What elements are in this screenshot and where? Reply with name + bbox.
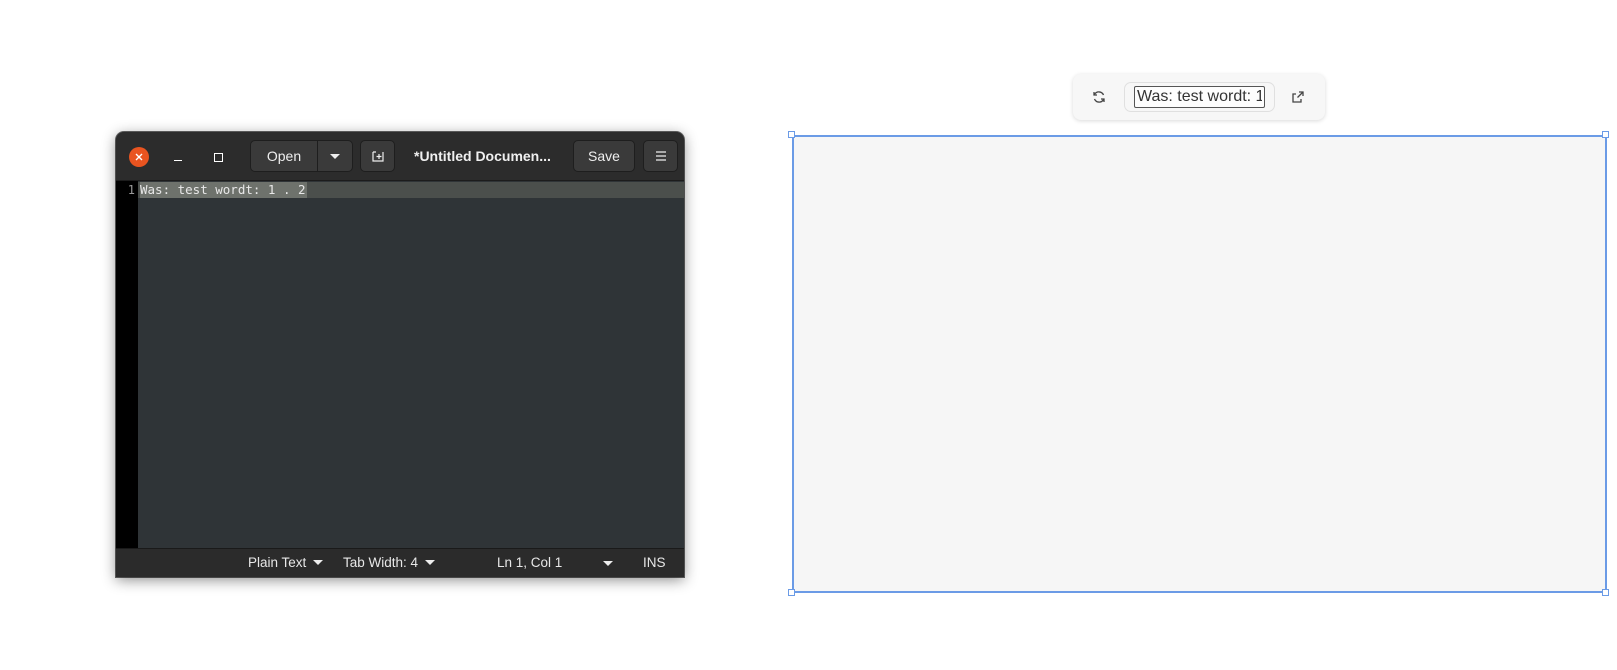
maximize-window-button[interactable]	[208, 147, 228, 167]
save-button[interactable]: Save	[573, 140, 635, 172]
status-bar: Plain Text Tab Width: 4 Ln 1, Col 1 INS	[116, 548, 684, 577]
text-editing-area[interactable]: 1 Was: test wordt: 1 . 2	[116, 181, 684, 549]
main-menu-button[interactable]	[643, 140, 678, 172]
chevron-down-icon	[313, 560, 324, 565]
chevron-down-icon	[330, 153, 340, 159]
line-number-gutter: 1	[116, 181, 138, 549]
new-tab-button[interactable]	[360, 140, 395, 172]
close-icon	[135, 153, 143, 161]
tab-width-label: Tab Width: 4	[343, 555, 419, 570]
language-label: Plain Text	[248, 555, 307, 570]
insert-mode-label: INS	[643, 555, 666, 570]
resize-handle-top-right[interactable]	[1602, 131, 1609, 138]
minimize-window-button[interactable]	[168, 147, 188, 167]
selected-frame[interactable]	[792, 135, 1607, 593]
close-window-button[interactable]	[129, 147, 149, 167]
open-recent-dropdown-button[interactable]	[317, 140, 353, 172]
hamburger-menu-icon	[655, 151, 666, 161]
chevron-down-icon[interactable]	[603, 561, 613, 566]
selected-text-line[interactable]: Was: test wordt: 1 . 2	[140, 182, 307, 198]
resize-handle-bottom-right[interactable]	[1602, 589, 1609, 596]
text-editor-window: Open *Untitled Documen... Save 1 Was: te…	[116, 132, 684, 577]
title-input[interactable]	[1134, 86, 1265, 108]
open-button[interactable]: Open	[250, 140, 318, 172]
line-number: 1	[127, 183, 135, 197]
resize-handle-top-left[interactable]	[788, 131, 795, 138]
minimize-icon	[174, 159, 182, 161]
frame-toolbar	[1073, 74, 1325, 120]
editor-header-bar: Open *Untitled Documen... Save	[116, 132, 684, 181]
refresh-icon[interactable]	[1091, 89, 1107, 105]
title-input-container	[1124, 82, 1275, 112]
language-selector[interactable]: Plain Text	[248, 555, 324, 570]
chevron-down-icon	[425, 560, 436, 565]
resize-handle-bottom-left[interactable]	[788, 589, 795, 596]
cursor-position-label: Ln 1, Col 1	[497, 555, 563, 570]
external-link-icon[interactable]	[1290, 89, 1306, 105]
document-title: *Untitled Documen...	[414, 148, 551, 164]
cursor-position[interactable]: Ln 1, Col 1	[497, 555, 562, 570]
insert-mode-indicator[interactable]: INS	[643, 555, 666, 570]
new-document-icon	[371, 151, 384, 162]
tab-width-selector[interactable]: Tab Width: 4	[343, 555, 436, 570]
maximize-icon	[213, 152, 223, 162]
